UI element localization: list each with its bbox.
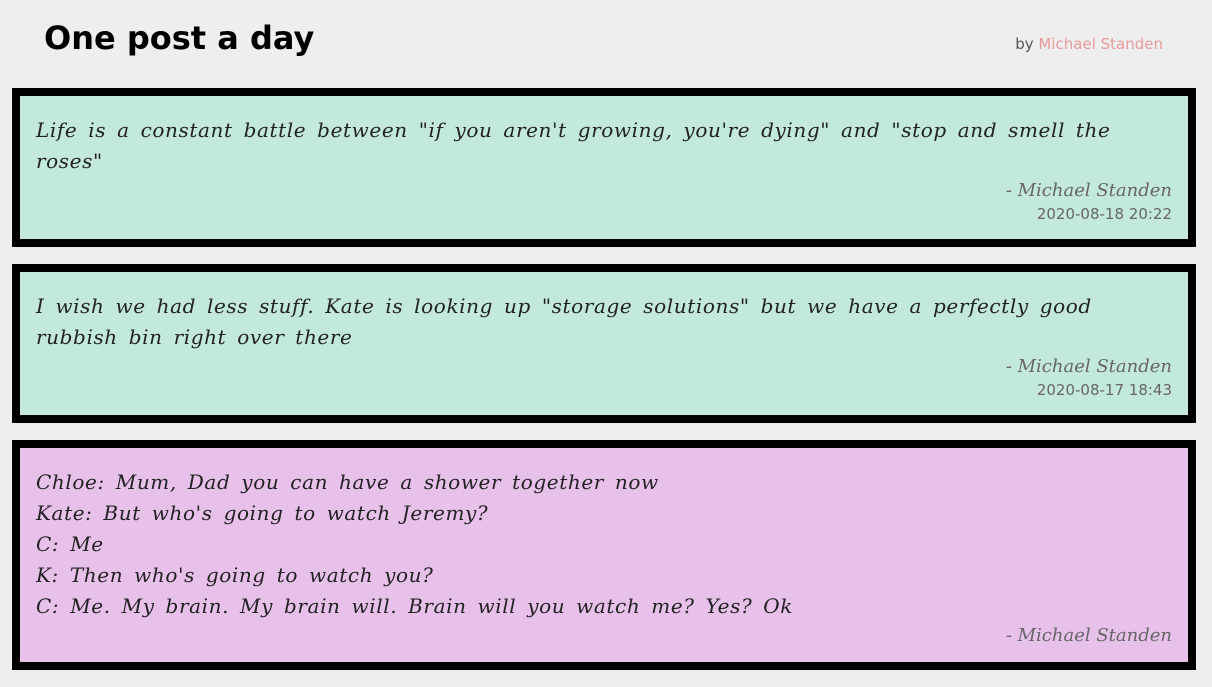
post-card: Life is a constant battle between "if yo…	[12, 88, 1196, 247]
post-line: C: Me. My brain. My brain will. Brain wi…	[36, 594, 793, 618]
page-header: One post a day by Michael Standen	[0, 0, 1212, 88]
post-line: Kate: But who's going to watch Jeremy?	[36, 501, 489, 525]
post-author: - Michael Standen	[1005, 356, 1172, 377]
post-list: Life is a constant battle between "if yo…	[12, 88, 1196, 687]
post-text: Chloe: Mum, Dad you can have a shower to…	[36, 467, 1172, 622]
post-line: K: Then who's going to watch you?	[36, 563, 434, 587]
post-card: I wish we had less stuff. Kate is lookin…	[12, 264, 1196, 423]
post-card: Chloe: Mum, Dad you can have a shower to…	[12, 440, 1196, 670]
byline: by Michael Standen	[1015, 35, 1163, 53]
post-author: - Michael Standen	[1005, 625, 1172, 646]
post-text: Life is a constant battle between "if yo…	[36, 118, 1111, 173]
post-date: 2020-08-17 18:43	[1036, 381, 1172, 399]
byline-prefix: by	[1015, 35, 1034, 53]
post-text: I wish we had less stuff. Kate is lookin…	[36, 294, 1092, 349]
post-author: - Michael Standen	[1005, 180, 1172, 201]
site-title[interactable]: One post a day	[44, 18, 314, 58]
post-date: 2020-08-18 20:22	[1036, 205, 1172, 223]
post-line: Chloe: Mum, Dad you can have a shower to…	[36, 470, 659, 494]
author-link[interactable]: Michael Standen	[1038, 35, 1163, 53]
post-line: C: Me	[36, 532, 104, 556]
